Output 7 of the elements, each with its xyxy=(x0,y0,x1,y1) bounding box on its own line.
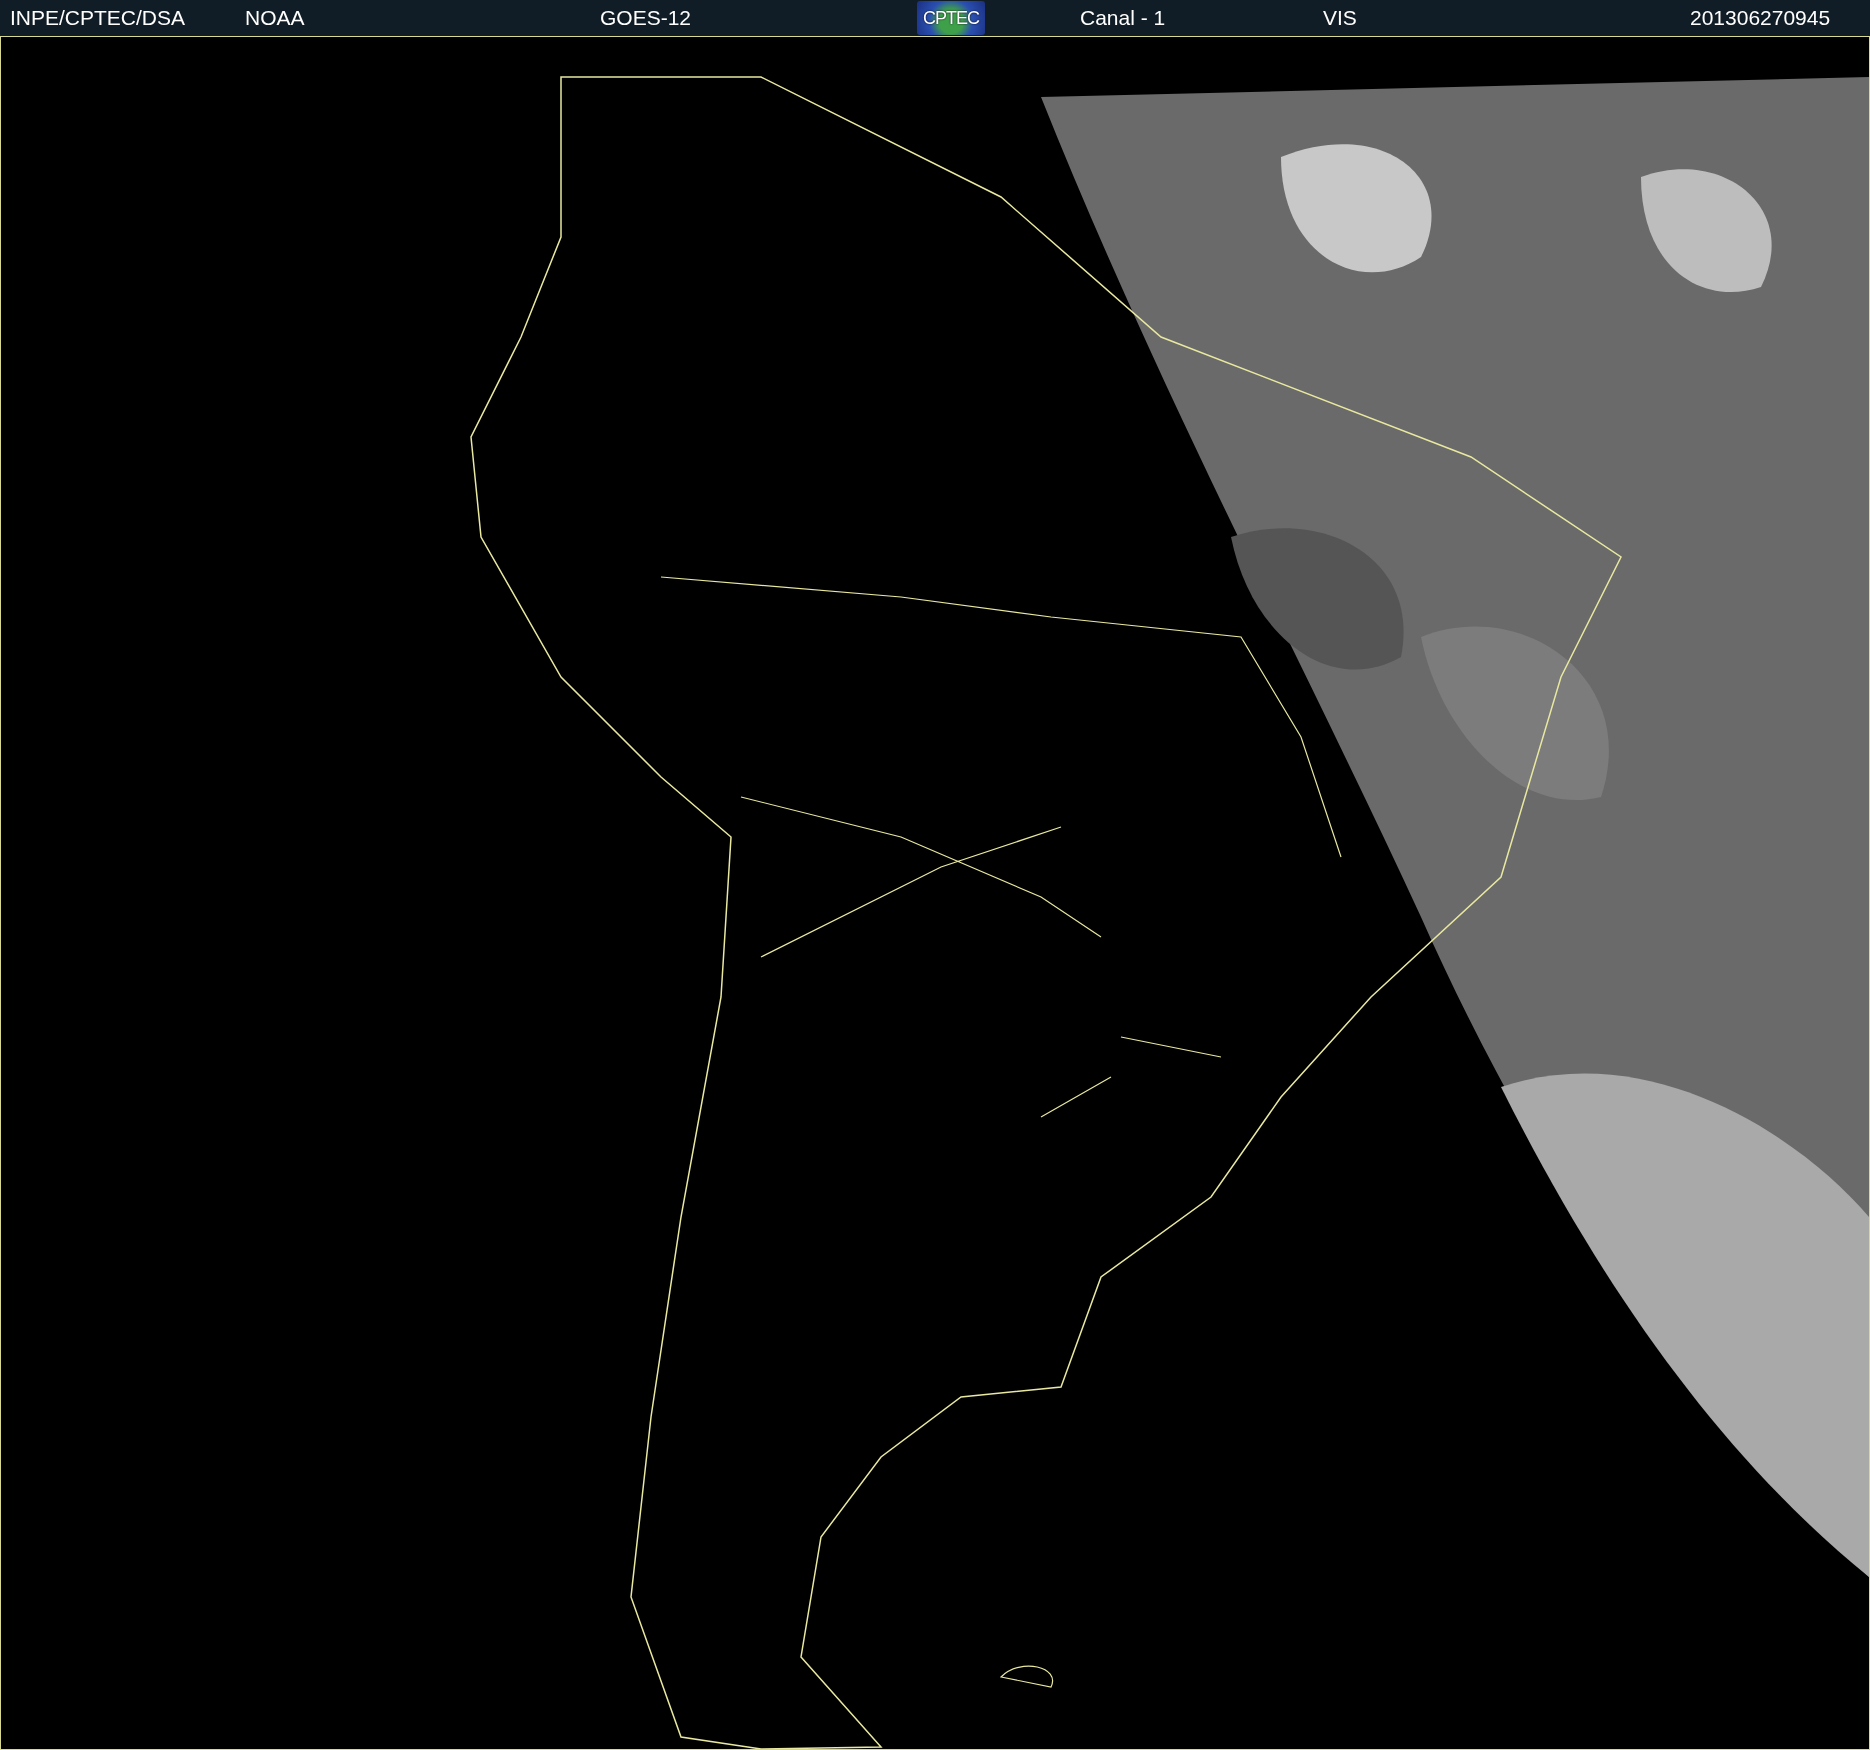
header-label: GOES-12 xyxy=(600,6,692,30)
header-label: Canal - 1 xyxy=(1080,6,1166,30)
header-label: 201306270945 xyxy=(1690,6,1831,30)
header-label: VIS xyxy=(1323,6,1357,30)
header-label: NOAA xyxy=(245,6,305,30)
logo: CPTEC xyxy=(917,1,985,35)
header-label: INPE/CPTEC/DSA xyxy=(10,6,186,30)
